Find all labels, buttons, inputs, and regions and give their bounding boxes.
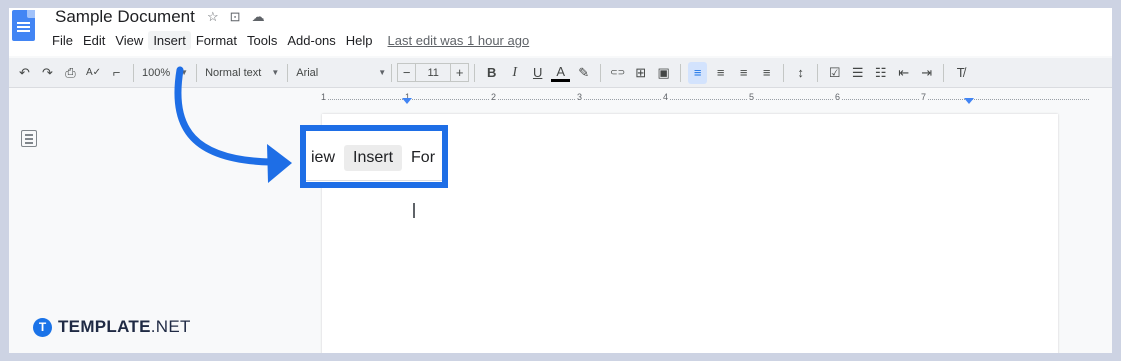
image-icon[interactable]: ▣ [654,62,673,84]
style-value: Normal text [205,66,262,79]
toolbar-divider [783,63,785,82]
zoomed-menu-callout: iew Insert For [300,125,448,188]
print-icon[interactable]: ⎙ [61,62,80,84]
italic-button[interactable]: I [505,62,524,84]
left-indent-marker[interactable] [402,98,412,104]
right-indent-marker[interactable] [964,98,974,104]
toolbar-divider [680,63,682,82]
redo-icon[interactable]: ↷ [38,62,57,84]
chevron-down-icon: ▼ [271,68,280,77]
justify-icon[interactable]: ≡ [757,62,776,84]
toolbar-divider [391,63,393,82]
template-logo-icon: T [33,317,52,337]
style-select[interactable]: Normal text ▼ [202,62,282,84]
underline-button[interactable]: U [528,62,547,84]
menu-file[interactable]: File [47,31,78,50]
text-color-button[interactable]: A [551,64,571,82]
align-right-icon[interactable]: ≡ [734,62,753,84]
text-cursor [413,203,415,218]
toolbar: ↶ ↷ ⎙ A✓ ⌐ 100% ▼ Normal text ▼ Arial ▼ … [9,58,1112,88]
menu-format[interactable]: Format [191,31,242,50]
toolbar-divider [196,63,198,82]
align-left-icon[interactable]: ≡ [688,61,708,84]
menu-edit[interactable]: Edit [78,31,110,50]
menu-view[interactable]: View [110,31,148,50]
toolbar-divider [474,63,476,82]
last-edit-link[interactable]: Last edit was 1 hour ago [388,33,530,48]
menu-tools[interactable]: Tools [242,31,282,50]
ruler-mark: 4 [661,92,671,102]
increase-indent-icon[interactable]: ⇥ [917,62,936,84]
paint-format-icon[interactable]: ⌐ [107,62,126,84]
comment-icon[interactable]: ⊞ [631,62,650,84]
toolbar-divider [817,63,819,82]
ruler-mark: 5 [747,92,757,102]
font-value: Arial [296,66,319,79]
ruler-mark: 6 [833,92,843,102]
bullet-list-icon[interactable]: ☰ [848,62,867,84]
chevron-down-icon: ▼ [180,68,189,77]
ruler-mark: 1 [319,92,329,102]
ruler-mark: 3 [575,92,585,102]
decrease-indent-icon[interactable]: ⇤ [894,62,913,84]
ruler-mark: 2 [489,92,499,102]
clear-format-icon[interactable]: T̸ [951,62,970,84]
link-icon[interactable]: ⊂⊃ [608,62,627,84]
menu-insert[interactable]: Insert [148,30,191,50]
toolbar-divider [287,63,289,82]
toolbar-divider [133,63,134,82]
zoom-menu-insert[interactable]: Insert [344,145,403,171]
ruler-mark: 7 [919,92,929,102]
zoom-select[interactable]: 100% ▼ [139,62,191,84]
font-size-input[interactable]: 11 [416,63,451,82]
checklist-icon[interactable]: ☑ [825,62,844,84]
document-title[interactable]: Sample Document [55,8,195,27]
menu-bar: File Edit View Insert Format Tools Add-o… [47,29,529,51]
numbered-list-icon[interactable]: ☷ [871,62,890,84]
font-select[interactable]: Arial ▼ [293,62,389,84]
highlight-icon[interactable]: ✎ [574,62,593,84]
document-outline-icon[interactable] [21,130,37,147]
menu-help[interactable]: Help [341,31,378,50]
chevron-down-icon: ▼ [378,68,387,77]
header: Sample Document ☆ ⊡ ☁ File Edit View Ins… [9,8,1112,56]
docs-logo-icon[interactable] [12,10,35,41]
undo-icon[interactable]: ↶ [15,62,34,84]
zoom-value: 100% [142,66,171,79]
brand-name: TEMPLATE.NET [58,317,191,336]
increase-font-size-button[interactable]: + [450,63,470,82]
zoom-menu-view: iew [311,149,336,166]
spellcheck-icon[interactable]: A✓ [84,62,103,84]
zoom-menu-format: For [411,149,436,166]
bold-button[interactable]: B [482,62,501,84]
template-net-brand: T TEMPLATE.NET [33,317,191,337]
divider [306,180,442,181]
menu-add-ons[interactable]: Add-ons [282,31,340,50]
docs-window: Sample Document ☆ ⊡ ☁ File Edit View Ins… [9,8,1112,353]
line-spacing-icon[interactable]: ↕ [791,62,810,84]
cloud-status-icon[interactable]: ☁ [252,9,265,25]
title-icons: ☆ ⊡ ☁ [207,9,265,25]
move-to-folder-icon[interactable]: ⊡ [230,9,241,25]
decrease-font-size-button[interactable]: − [397,63,417,82]
toolbar-divider [600,63,602,82]
star-icon[interactable]: ☆ [207,9,219,25]
ruler[interactable]: 1 1 2 3 4 5 6 7 [319,92,1089,106]
align-center-icon[interactable]: ≡ [711,62,730,84]
toolbar-divider [943,63,945,82]
